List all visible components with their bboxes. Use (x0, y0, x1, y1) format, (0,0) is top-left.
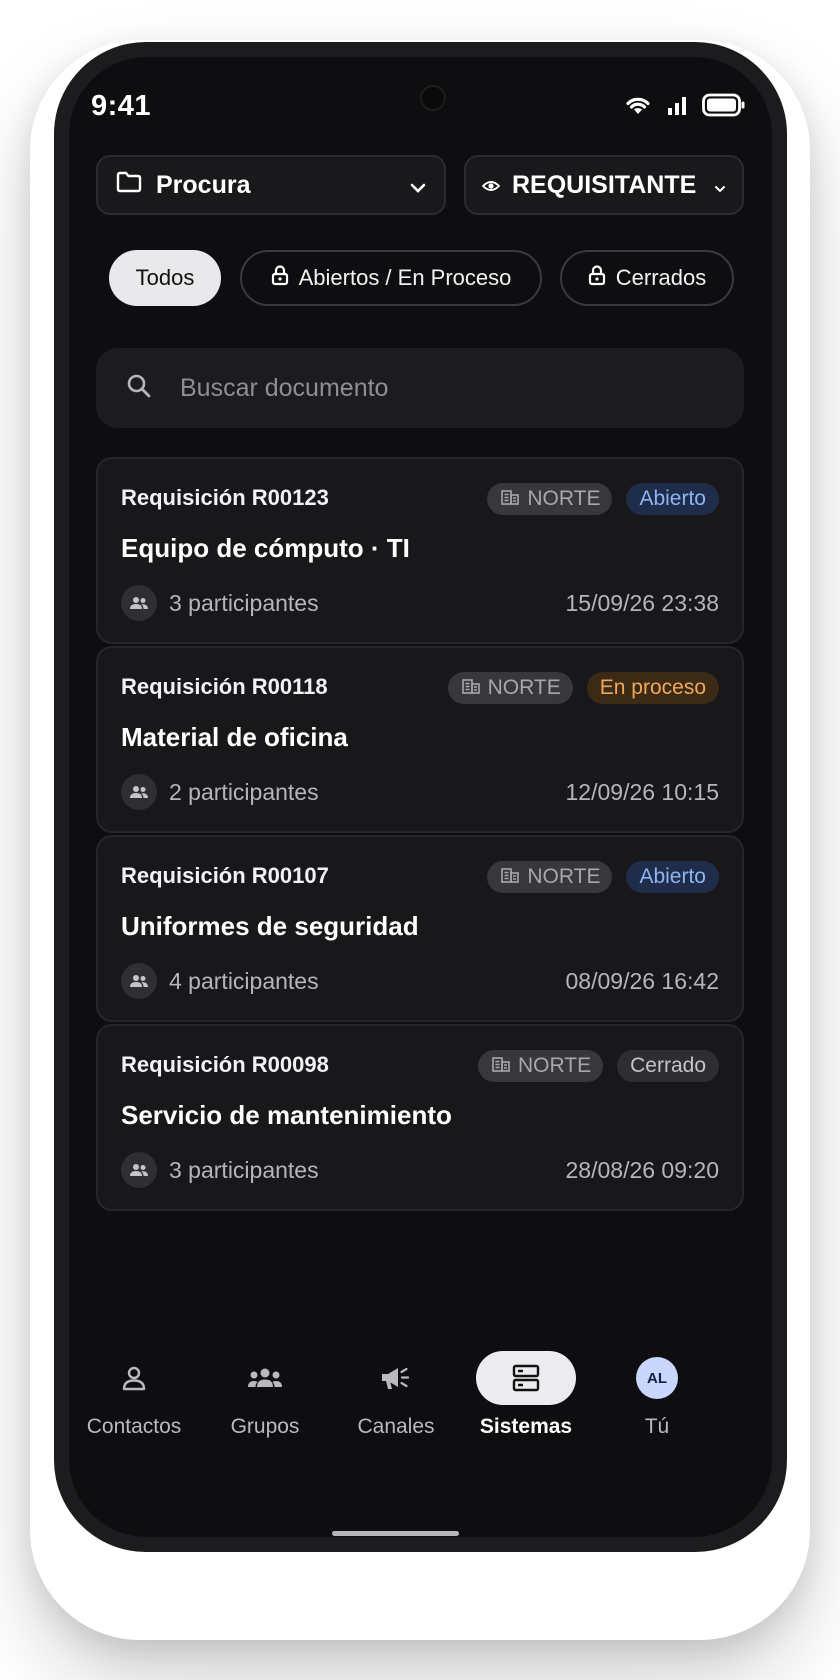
status-icons (624, 93, 746, 117)
group-icon (121, 1152, 157, 1188)
nav-tu[interactable]: AL Tú (592, 1351, 722, 1439)
chevron-down-icon (714, 171, 726, 200)
zone-label: NORTE (527, 865, 601, 888)
folder-icon (116, 171, 142, 200)
document-date: 28/08/26 09:20 (565, 1156, 719, 1183)
document-tags: NORTE Abierto (487, 861, 719, 893)
home-indicator[interactable] (332, 1531, 459, 1536)
nav-label: Sistemas (479, 1415, 573, 1438)
front-camera (420, 85, 446, 111)
signal-icon (666, 94, 688, 116)
filter-chip-label: Todos (135, 265, 195, 290)
participants: 3 participantes (121, 585, 319, 621)
participants: 3 participantes (121, 1152, 319, 1188)
role-selector[interactable]: REQUISITANTE (464, 155, 744, 215)
document-tags: NORTE En proceso (447, 672, 719, 704)
document-title: Equipo de cómputo · TI (121, 533, 410, 563)
participants: 4 participantes (121, 963, 319, 999)
group-icon (121, 585, 157, 621)
zone-badge: NORTE (447, 672, 573, 704)
battery-icon (702, 93, 746, 117)
group-icon (121, 774, 157, 810)
search-input[interactable] (180, 373, 700, 403)
participants-count: 4 participantes (169, 967, 319, 994)
nav-label: Contactos (86, 1415, 182, 1438)
eye-icon (481, 171, 501, 200)
person-icon (69, 1351, 199, 1405)
document-title: Servicio de mantenimiento (121, 1100, 452, 1130)
wifi-icon (624, 94, 652, 116)
filter-chip-todos[interactable]: Todos (109, 250, 221, 306)
document-card[interactable]: Requisición R00098 NORTE Cerrado Servici… (96, 1024, 744, 1211)
zone-badge: NORTE (487, 861, 613, 893)
project-label: Procura (156, 170, 251, 199)
chevron-down-icon (410, 171, 426, 200)
status-badge: Cerrado (617, 1050, 719, 1082)
nav-grupos[interactable]: Grupos (200, 1351, 330, 1439)
zone-badge: NORTE (478, 1050, 604, 1082)
megaphone-icon (331, 1351, 461, 1405)
participants-count: 2 participantes (169, 778, 319, 805)
app-screen: 9:41 Procura REQUISITANTE Todos Abiertos… (69, 57, 772, 1537)
building-icon (501, 865, 527, 889)
lock-icon (588, 264, 616, 292)
building-icon (492, 1054, 518, 1078)
project-selector[interactable]: Procura (96, 155, 446, 215)
zone-label: NORTE (487, 676, 561, 699)
search-bar[interactable] (96, 348, 744, 428)
zone-label: NORTE (527, 487, 601, 510)
filter-chip-label: Abiertos / En Proceso (298, 265, 512, 290)
document-tags: NORTE Cerrado (478, 1050, 719, 1082)
participants: 2 participantes (121, 774, 319, 810)
participants-count: 3 participantes (169, 1156, 319, 1183)
nav-label: Canales (357, 1415, 435, 1438)
document-code: Requisición R00098 (121, 1052, 329, 1077)
document-date: 08/09/26 16:42 (565, 967, 719, 994)
participants-count: 3 participantes (169, 589, 319, 616)
role-label: REQUISITANTE (512, 170, 697, 199)
building-icon (461, 676, 488, 700)
nav-label: Tú (644, 1415, 670, 1438)
status-time: 9:41 (91, 90, 152, 122)
building-icon (501, 487, 527, 511)
document-footer: 4 participantes 08/09/26 16:42 (121, 963, 719, 999)
document-code: Requisición R00118 (121, 674, 328, 699)
document-tags: NORTE Abierto (487, 483, 719, 515)
status-badge: En proceso (586, 672, 719, 704)
avatar: AL (636, 1357, 678, 1399)
search-icon (126, 373, 152, 404)
nav-contactos[interactable]: Contactos (69, 1351, 199, 1439)
group-icon (121, 963, 157, 999)
zone-label: NORTE (518, 1054, 592, 1077)
filter-chip-cerrados[interactable]: Cerrados (560, 250, 734, 306)
document-code: Requisición R00107 (121, 863, 329, 888)
document-card[interactable]: Requisición R00118 NORTE En proceso Mate… (96, 646, 744, 833)
document-card[interactable]: Requisición R00123 NORTE Abierto Equipo … (96, 457, 744, 644)
nav-avatar-wrap: AL (592, 1351, 722, 1405)
nav-canales[interactable]: Canales (331, 1351, 461, 1439)
document-title: Uniformes de seguridad (121, 911, 419, 941)
document-card[interactable]: Requisición R00107 NORTE Abierto Uniform… (96, 835, 744, 1022)
document-date: 15/09/26 23:38 (565, 589, 719, 616)
document-title: Material de oficina (121, 722, 348, 752)
lock-icon (271, 264, 299, 292)
nav-sistemas[interactable]: Sistemas (461, 1351, 591, 1439)
document-code: Requisición R00123 (121, 485, 329, 510)
group-icon (200, 1351, 330, 1405)
document-footer: 2 participantes 12/09/26 10:15 (121, 774, 719, 810)
server-icon (476, 1351, 576, 1405)
phone-frame: 9:41 Procura REQUISITANTE Todos Abiertos… (54, 42, 787, 1552)
status-badge: Abierto (626, 861, 719, 893)
document-footer: 3 participantes 15/09/26 23:38 (121, 585, 719, 621)
filter-chip-label: Cerrados (615, 265, 707, 290)
nav-label: Grupos (230, 1415, 300, 1438)
zone-badge: NORTE (487, 483, 613, 515)
status-badge: Abierto (626, 483, 719, 515)
document-footer: 3 participantes 28/08/26 09:20 (121, 1152, 719, 1188)
document-date: 12/09/26 10:15 (565, 778, 719, 805)
filter-chip-abiertos[interactable]: Abiertos / En Proceso (240, 250, 542, 306)
